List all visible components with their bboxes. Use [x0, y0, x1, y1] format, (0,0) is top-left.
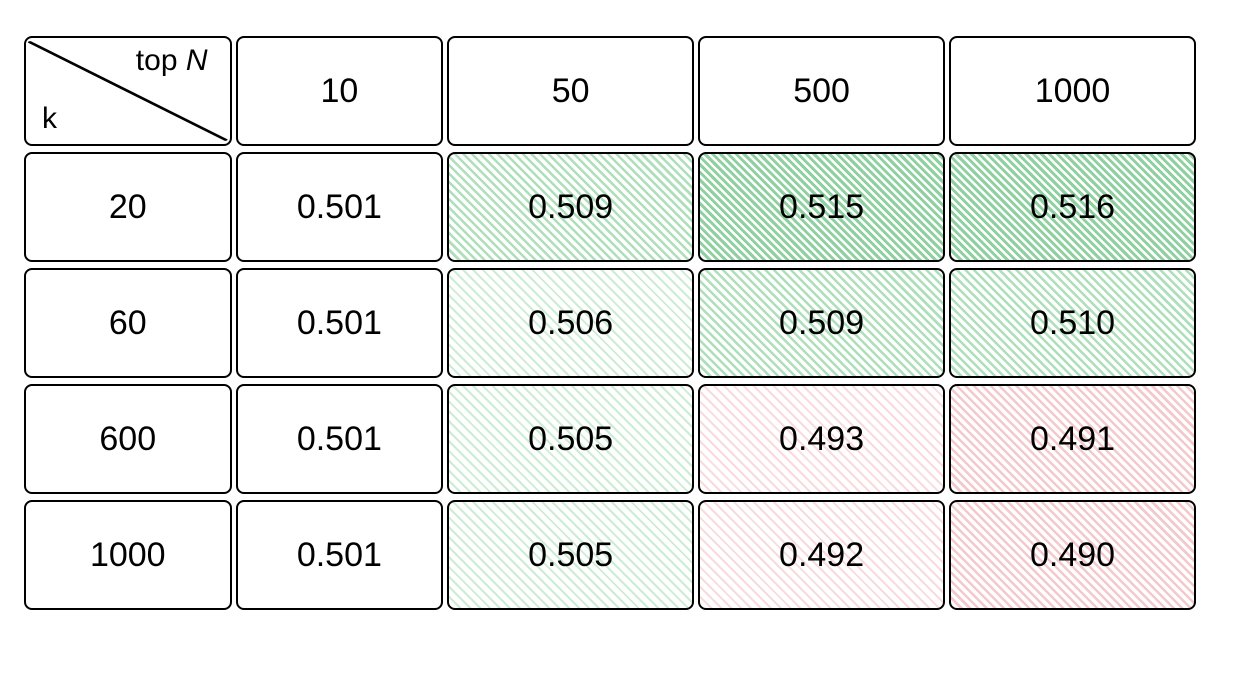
data-cell: 0.510 [949, 268, 1196, 378]
data-cell: 0.493 [698, 384, 945, 494]
col-axis-label: top N [136, 44, 208, 78]
data-cell: 0.492 [698, 500, 945, 610]
table-header-row: top N k 10 50 500 1000 [24, 36, 1196, 146]
data-cell: 0.505 [447, 500, 694, 610]
row-header: 20 [24, 152, 232, 262]
table-row: 60 0.501 0.506 0.509 0.510 [24, 268, 1196, 378]
data-cell: 0.505 [447, 384, 694, 494]
heatmap-table: top N k 10 50 500 1000 20 0.501 0.509 0.… [20, 30, 1200, 616]
data-cell: 0.491 [949, 384, 1196, 494]
table-row: 600 0.501 0.505 0.493 0.491 [24, 384, 1196, 494]
data-cell: 0.490 [949, 500, 1196, 610]
col-axis-label-text: top N [136, 44, 208, 77]
data-cell: 0.515 [698, 152, 945, 262]
data-cell: 0.501 [236, 268, 444, 378]
col-header: 1000 [949, 36, 1196, 146]
data-cell: 0.516 [949, 152, 1196, 262]
table-row: 1000 0.501 0.505 0.492 0.490 [24, 500, 1196, 610]
table-row: 20 0.501 0.509 0.515 0.516 [24, 152, 1196, 262]
data-cell: 0.501 [236, 384, 444, 494]
data-cell: 0.501 [236, 500, 444, 610]
row-axis-label: k [42, 102, 57, 136]
data-cell: 0.509 [698, 268, 945, 378]
row-header: 60 [24, 268, 232, 378]
axis-corner-cell: top N k [24, 36, 232, 146]
row-header: 1000 [24, 500, 232, 610]
col-header: 10 [236, 36, 444, 146]
col-header: 50 [447, 36, 694, 146]
col-header: 500 [698, 36, 945, 146]
data-cell: 0.509 [447, 152, 694, 262]
data-cell: 0.501 [236, 152, 444, 262]
data-cell: 0.506 [447, 268, 694, 378]
row-header: 600 [24, 384, 232, 494]
